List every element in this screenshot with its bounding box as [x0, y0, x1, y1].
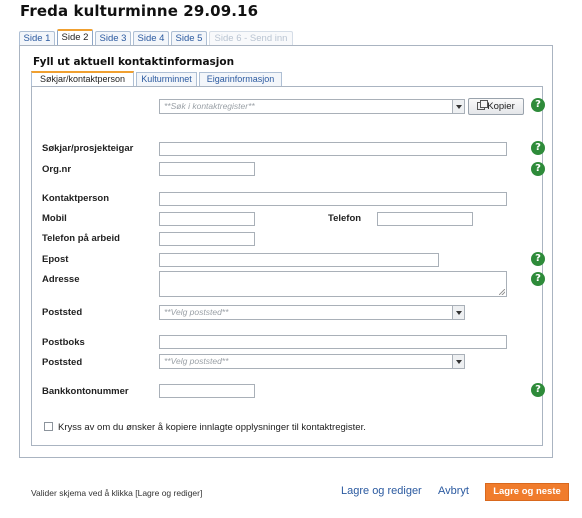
resize-grip-icon[interactable]: [499, 289, 505, 295]
sokjar-label: Søkjar/prosjekteigar: [42, 143, 134, 154]
help-icon-adresse[interactable]: ?: [531, 272, 545, 286]
bankkonto-label: Bankkontonummer: [42, 386, 129, 397]
help-icon-sokjar[interactable]: ?: [531, 141, 545, 155]
postboks-label: Postboks: [42, 337, 85, 348]
subtab-kulturminnet[interactable]: Kulturminnet: [136, 72, 197, 86]
poststed-select[interactable]: **Velg poststed**: [159, 305, 465, 320]
section-title: Fyll ut aktuell kontaktinformasjon: [33, 56, 235, 68]
help-icon-bankkonto[interactable]: ?: [531, 383, 545, 397]
orgnr-label: Org.nr: [42, 164, 72, 175]
search-placeholder: **Søk i kontaktregister**: [164, 101, 255, 111]
epost-input[interactable]: [159, 253, 439, 267]
page-title: Freda kulturminne 29.09.16: [20, 2, 259, 20]
contact-register-search[interactable]: **Søk i kontaktregister**: [159, 99, 465, 114]
chevron-down-icon: [452, 355, 464, 368]
telefon-arbeid-input[interactable]: [159, 232, 255, 246]
telefon-input[interactable]: [377, 212, 473, 226]
tab-side-2[interactable]: Side 2: [57, 29, 93, 46]
bankkonto-input[interactable]: [159, 384, 255, 398]
copy-label: Kopier: [487, 101, 515, 112]
contact-form: **Søk i kontaktregister** Kopier ? Søkja…: [31, 86, 545, 446]
telefon-label: Telefon: [328, 213, 362, 224]
help-icon-orgnr[interactable]: ?: [531, 162, 545, 176]
kontaktperson-label: Kontaktperson: [42, 193, 110, 204]
kontaktperson-input[interactable]: [159, 192, 507, 206]
validation-note: Valider skjema ved å klikka [Lagre og re…: [31, 488, 203, 498]
tab-side-1[interactable]: Side 1: [19, 31, 55, 46]
mobil-label: Mobil: [42, 213, 67, 224]
help-icon-epost[interactable]: ?: [531, 252, 545, 266]
orgnr-input[interactable]: [159, 162, 255, 176]
subtab-eigarinformasjon[interactable]: Eigarinformasjon: [199, 72, 282, 86]
poststed2-placeholder: **Velg poststed**: [164, 356, 229, 366]
postboks-input[interactable]: [159, 335, 507, 349]
telefon-arbeid-label: Telefon på arbeid: [42, 233, 120, 244]
tab-side-3[interactable]: Side 3: [95, 31, 131, 46]
poststed2-label: Poststed: [42, 357, 83, 368]
poststed-label: Poststed: [42, 307, 83, 318]
chevron-down-icon: [452, 306, 464, 319]
sokjar-input[interactable]: [159, 142, 507, 156]
adresse-textarea[interactable]: [159, 271, 507, 297]
copy-to-register-label: Kryss av om du ønsker å kopiere innlagte…: [58, 422, 366, 433]
tab-side-5[interactable]: Side 5: [171, 31, 207, 46]
chevron-down-icon: [452, 100, 464, 113]
cancel-link[interactable]: Avbryt: [438, 485, 469, 497]
save-edit-link[interactable]: Lagre og rediger: [341, 485, 422, 497]
tab-side-4[interactable]: Side 4: [133, 31, 169, 46]
copy-icon: [477, 100, 489, 110]
copy-button[interactable]: Kopier: [468, 98, 524, 115]
epost-label: Epost: [42, 254, 69, 265]
tab-side-6-send-inn: Side 6 - Send inn: [209, 31, 293, 46]
adresse-label: Adresse: [42, 274, 80, 285]
copy-to-register-checkbox[interactable]: [44, 422, 53, 431]
mobil-input[interactable]: [159, 212, 255, 226]
subtab-sokjar-kontaktperson[interactable]: Søkjar/kontaktperson: [31, 71, 134, 86]
help-icon-search[interactable]: ?: [531, 98, 545, 112]
poststed2-select[interactable]: **Velg poststed**: [159, 354, 465, 369]
form-panel: Fyll ut aktuell kontaktinformasjon Søkja…: [19, 45, 553, 458]
save-next-button[interactable]: Lagre og neste: [485, 483, 569, 501]
poststed-placeholder: **Velg poststed**: [164, 307, 229, 317]
